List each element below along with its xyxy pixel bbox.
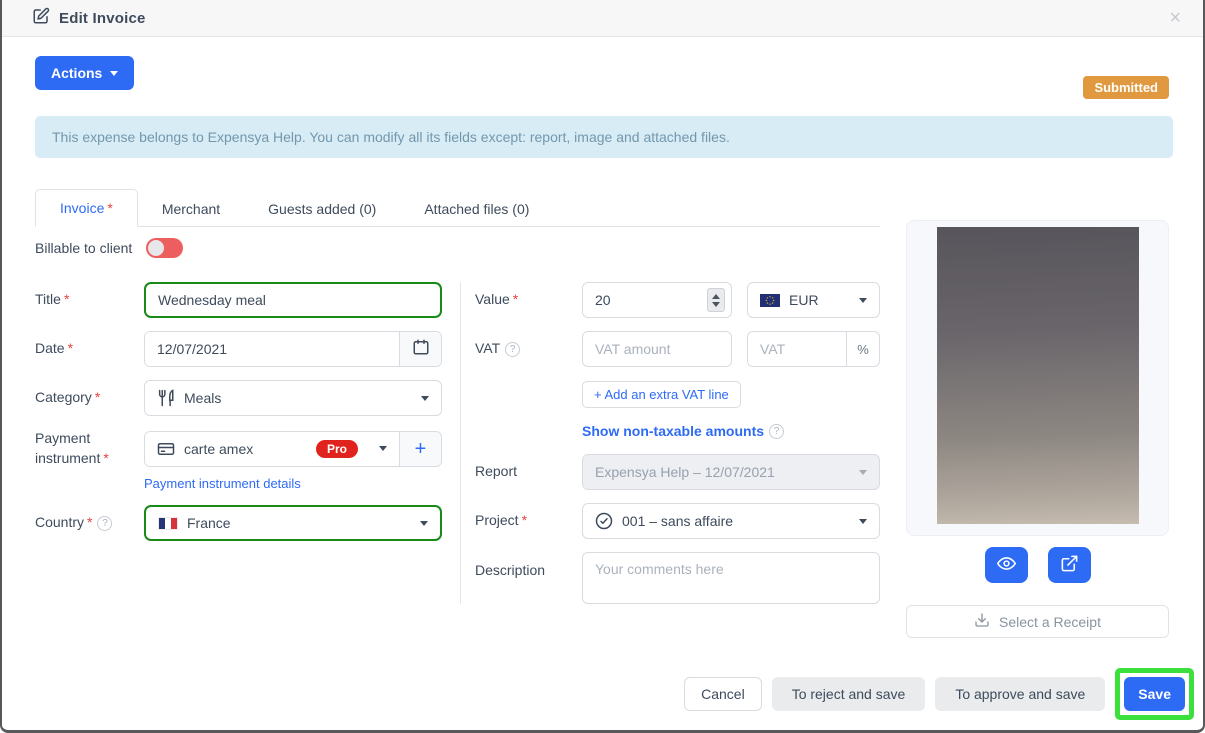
chevron-down-icon — [110, 71, 118, 76]
status-badge: Submitted — [1083, 76, 1169, 99]
select-receipt-button[interactable]: Select a Receipt — [906, 605, 1169, 638]
help-icon[interactable]: ? — [769, 424, 784, 439]
percent-suffix: % — [846, 332, 879, 366]
open-receipt-button[interactable] — [1048, 547, 1091, 583]
vat-label: VAT? — [475, 339, 582, 359]
column-divider — [460, 282, 461, 604]
tab-bar: Invoice* Merchant Guests added (0) Attac… — [35, 188, 880, 227]
calendar-icon — [412, 338, 430, 361]
download-icon — [974, 612, 990, 631]
receipt-frame — [906, 220, 1169, 536]
date-input[interactable] — [145, 332, 399, 366]
payment-instrument-details-link[interactable]: Payment instrument details — [144, 476, 301, 491]
title-input[interactable] — [144, 282, 442, 318]
chevron-down-icon — [420, 521, 428, 526]
save-button[interactable]: Save — [1124, 677, 1185, 711]
payment-instrument-select[interactable]: carte amex Pro — [145, 432, 399, 466]
title-label: Title* — [35, 290, 144, 310]
country-label: Country*? — [35, 513, 144, 533]
chevron-down-icon — [859, 298, 867, 303]
footer-actions: Cancel To reject and save To approve and… — [684, 668, 1194, 720]
country-select[interactable]: France — [144, 505, 442, 541]
value-input[interactable] — [583, 283, 707, 317]
show-non-taxable-link[interactable]: Show non-taxable amounts — [582, 423, 764, 439]
description-label: Description — [475, 552, 582, 581]
edit-invoice-modal: Edit Invoice × Actions Submitted This ex… — [0, 0, 1205, 733]
preview-receipt-button[interactable] — [985, 547, 1028, 583]
category-select[interactable]: Meals — [144, 380, 442, 416]
vat-amount-input[interactable] — [582, 331, 732, 367]
eye-icon — [997, 554, 1016, 576]
value-stepper[interactable] — [707, 288, 725, 312]
france-flag-icon — [158, 517, 178, 530]
chevron-down-icon — [859, 519, 867, 524]
billable-toggle[interactable] — [146, 238, 183, 258]
receipt-panel: Select a Receipt — [906, 220, 1169, 638]
modal-title: Edit Invoice — [59, 10, 146, 27]
report-label: Report — [475, 462, 582, 482]
approve-and-save-button[interactable]: To approve and save — [935, 677, 1105, 711]
tab-invoice[interactable]: Invoice* — [35, 189, 138, 227]
pro-badge: Pro — [316, 440, 358, 458]
tab-attached-files[interactable]: Attached files (0) — [400, 191, 553, 227]
project-label: Project* — [475, 511, 582, 531]
info-banner: This expense belongs to Expensya Help. Y… — [35, 116, 1173, 158]
tab-merchant[interactable]: Merchant — [138, 191, 244, 227]
edit-icon — [32, 7, 50, 30]
report-select: Expensya Help – 12/07/2021 — [582, 454, 880, 490]
value-label: Value* — [475, 290, 582, 310]
description-textarea[interactable] — [582, 552, 880, 604]
vat-rate-input[interactable] — [748, 332, 846, 366]
chevron-down-icon — [379, 446, 387, 451]
calendar-button[interactable] — [399, 332, 441, 366]
reject-and-save-button[interactable]: To reject and save — [772, 677, 926, 711]
date-label: Date* — [35, 339, 144, 359]
eu-flag-icon — [760, 294, 780, 307]
currency-select[interactable]: EUR — [747, 282, 880, 318]
save-button-highlight: Save — [1115, 668, 1194, 720]
help-icon[interactable]: ? — [97, 516, 112, 531]
help-icon[interactable]: ? — [505, 342, 520, 357]
category-label: Category* — [35, 388, 144, 408]
add-vat-line-button[interactable]: + Add an extra VAT line — [582, 381, 741, 408]
cancel-button[interactable]: Cancel — [684, 677, 762, 711]
plus-icon: + — [415, 439, 427, 459]
payment-instrument-label: Payment instrument* — [35, 429, 144, 468]
actions-button[interactable]: Actions — [35, 56, 134, 90]
close-icon[interactable]: × — [1169, 8, 1181, 28]
chevron-down-icon — [421, 396, 429, 401]
tab-guests-added[interactable]: Guests added (0) — [244, 191, 400, 227]
chevron-down-icon — [859, 470, 867, 475]
external-link-icon — [1060, 554, 1079, 576]
project-select[interactable]: 001 – sans affaire — [582, 503, 880, 539]
check-circle-icon — [595, 512, 613, 530]
credit-card-icon — [157, 440, 175, 458]
receipt-image — [937, 227, 1139, 524]
modal-header: Edit Invoice × — [2, 0, 1203, 37]
utensils-icon — [157, 389, 175, 407]
add-payment-instrument-button[interactable]: + — [399, 432, 441, 466]
toggle-knob — [148, 240, 164, 256]
billable-label: Billable to client — [35, 240, 132, 256]
